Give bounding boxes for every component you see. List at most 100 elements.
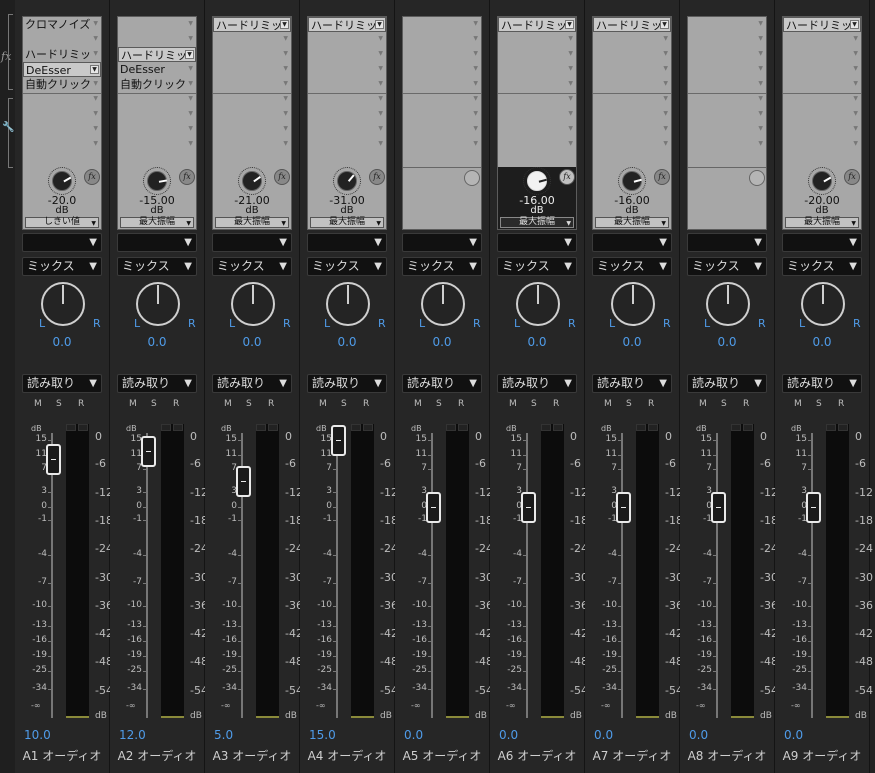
effect-slot[interactable]: ▼ [118, 92, 196, 107]
effect-slot[interactable]: ▼ [783, 92, 861, 107]
effect-slot[interactable]: ▼ [308, 77, 386, 92]
effect-slot[interactable]: クロマノイズ ▼ [23, 17, 101, 32]
effect-param-select[interactable]: 最大振幅 ▼ [215, 217, 289, 228]
slot-dropdown-arrow-icon[interactable]: ▼ [378, 140, 383, 147]
fx-bypass-icon[interactable]: fx [654, 169, 670, 185]
pan-knob[interactable] [136, 282, 180, 326]
effect-slot[interactable]: ▼ [783, 77, 861, 92]
effect-slot[interactable]: ▼ [403, 17, 481, 32]
fx-bypass-icon[interactable]: fx [844, 169, 860, 185]
effect-param-knob[interactable] [337, 171, 357, 191]
volume-fader-handle[interactable] [616, 492, 631, 523]
solo-button[interactable]: S [151, 399, 157, 409]
slot-dropdown-arrow-icon[interactable]: ▼ [663, 50, 668, 57]
slot-dropdown-arrow-icon[interactable]: ▼ [568, 110, 573, 117]
track-volume-value[interactable]: 5.0 [214, 728, 233, 742]
slot-dropdown-arrow-icon[interactable]: ▼ [758, 35, 763, 42]
effect-param-knob[interactable] [52, 171, 72, 191]
slot-dropdown-arrow-icon[interactable]: ▼ [283, 125, 288, 132]
effect-slot[interactable]: ▼ [403, 77, 481, 92]
slot-dropdown-arrow-icon[interactable]: ▼ [473, 140, 478, 147]
slot-dropdown-arrow-icon[interactable]: ▼ [473, 35, 478, 42]
effect-slot[interactable]: ▼ [308, 137, 386, 152]
effect-slot[interactable]: ▼ [783, 107, 861, 122]
slot-dropdown-arrow-icon[interactable]: ▼ [280, 20, 289, 29]
pan-value[interactable]: 0.0 [680, 335, 774, 349]
record-button[interactable]: R [173, 399, 179, 409]
pan-value[interactable]: 0.0 [395, 335, 489, 349]
channel-mode-select[interactable]: ミックス ▼ [22, 257, 102, 276]
slot-dropdown-arrow-icon[interactable]: ▼ [853, 80, 858, 87]
effect-slot[interactable]: ハードリミッ ▼ [593, 17, 671, 32]
slot-dropdown-arrow-icon[interactable]: ▼ [473, 95, 478, 102]
slot-dropdown-arrow-icon[interactable]: ▼ [758, 20, 763, 27]
effect-slot[interactable]: ▼ [403, 62, 481, 77]
slot-dropdown-arrow-icon[interactable]: ▼ [93, 140, 98, 147]
track-volume-value[interactable]: 0.0 [784, 728, 803, 742]
effect-slot[interactable]: ▼ [593, 62, 671, 77]
clip-indicator-right[interactable] [458, 424, 468, 431]
solo-button[interactable]: S [436, 399, 442, 409]
channel-mode-select[interactable]: ミックス ▼ [117, 257, 197, 276]
track-volume-value[interactable]: 0.0 [499, 728, 518, 742]
clip-indicator-right[interactable] [743, 424, 753, 431]
wrench-icon[interactable]: 🔧 [2, 122, 14, 133]
slot-dropdown-arrow-icon[interactable]: ▼ [663, 65, 668, 72]
solo-button[interactable]: S [721, 399, 727, 409]
channel-mode-select[interactable]: ミックス ▼ [497, 257, 577, 276]
volume-fader-handle[interactable] [46, 443, 61, 475]
automation-mode-select[interactable]: 読み取り ▼ [592, 374, 672, 393]
effect-slot[interactable]: ▼ [213, 92, 291, 107]
output-select[interactable]: ▼ [117, 233, 197, 252]
effect-power-icon[interactable] [464, 170, 480, 186]
effect-slot[interactable]: ▼ [593, 92, 671, 107]
fader-track[interactable] [146, 433, 148, 718]
effect-slot[interactable]: ▼ [23, 92, 101, 107]
effect-slot[interactable]: ▼ [213, 47, 291, 62]
slot-dropdown-arrow-icon[interactable]: ▼ [93, 35, 98, 42]
fader-track[interactable] [526, 433, 528, 718]
mute-button[interactable]: M [224, 399, 232, 409]
effect-slot[interactable]: ▼ [308, 92, 386, 107]
slot-dropdown-arrow-icon[interactable]: ▼ [758, 65, 763, 72]
clip-indicator-right[interactable] [553, 424, 563, 431]
effect-slot[interactable]: ハードリミッ ▼ [118, 47, 196, 62]
output-select[interactable]: ▼ [402, 233, 482, 252]
volume-fader-handle[interactable] [711, 492, 726, 523]
output-select[interactable]: ▼ [22, 233, 102, 252]
effect-power-icon[interactable] [749, 170, 765, 186]
effect-slot[interactable]: ▼ [593, 137, 671, 152]
effect-slot[interactable]: ▼ [403, 107, 481, 122]
effect-param-select[interactable]: 最大振幅 ▼ [310, 217, 384, 228]
slot-dropdown-arrow-icon[interactable]: ▼ [663, 80, 668, 87]
slot-dropdown-arrow-icon[interactable]: ▼ [473, 65, 478, 72]
slot-dropdown-arrow-icon[interactable]: ▼ [283, 80, 288, 87]
slot-dropdown-arrow-icon[interactable]: ▼ [188, 95, 193, 102]
effect-slot[interactable]: ▼ [688, 137, 766, 152]
effect-slot[interactable]: ▼ [118, 122, 196, 137]
effect-slot[interactable]: ▼ [783, 122, 861, 137]
pan-knob[interactable] [516, 282, 560, 326]
pan-value[interactable]: 0.0 [490, 335, 584, 349]
effect-param-select[interactable]: 最大振幅 ▼ [595, 217, 669, 228]
effect-slot[interactable]: DeEsser ▼ [23, 62, 101, 77]
fx-bypass-icon[interactable]: fx [559, 169, 575, 185]
channel-mode-select[interactable]: ミックス ▼ [782, 257, 862, 276]
effect-slot[interactable]: ▼ [308, 32, 386, 47]
slot-dropdown-arrow-icon[interactable]: ▼ [283, 140, 288, 147]
volume-fader-handle[interactable] [331, 425, 346, 456]
effect-slot[interactable]: ▼ [498, 47, 576, 62]
effect-slot[interactable]: ▼ [213, 137, 291, 152]
effect-slot[interactable]: ハードリミッ ▼ [213, 17, 291, 32]
slot-dropdown-arrow-icon[interactable]: ▼ [283, 65, 288, 72]
automation-mode-select[interactable]: 読み取り ▼ [212, 374, 292, 393]
effect-slot[interactable]: ハードリミッ ▼ [498, 17, 576, 32]
output-select[interactable]: ▼ [782, 233, 862, 252]
slot-dropdown-arrow-icon[interactable]: ▼ [375, 20, 384, 29]
pan-value[interactable]: 0.0 [110, 335, 204, 349]
clip-indicator-left[interactable] [636, 424, 646, 431]
effect-param-select[interactable]: 最大振幅 ▼ [500, 217, 574, 228]
effect-slot[interactable]: ▼ [308, 62, 386, 77]
effect-param-knob[interactable] [812, 171, 832, 191]
effect-slot[interactable]: ▼ [593, 107, 671, 122]
